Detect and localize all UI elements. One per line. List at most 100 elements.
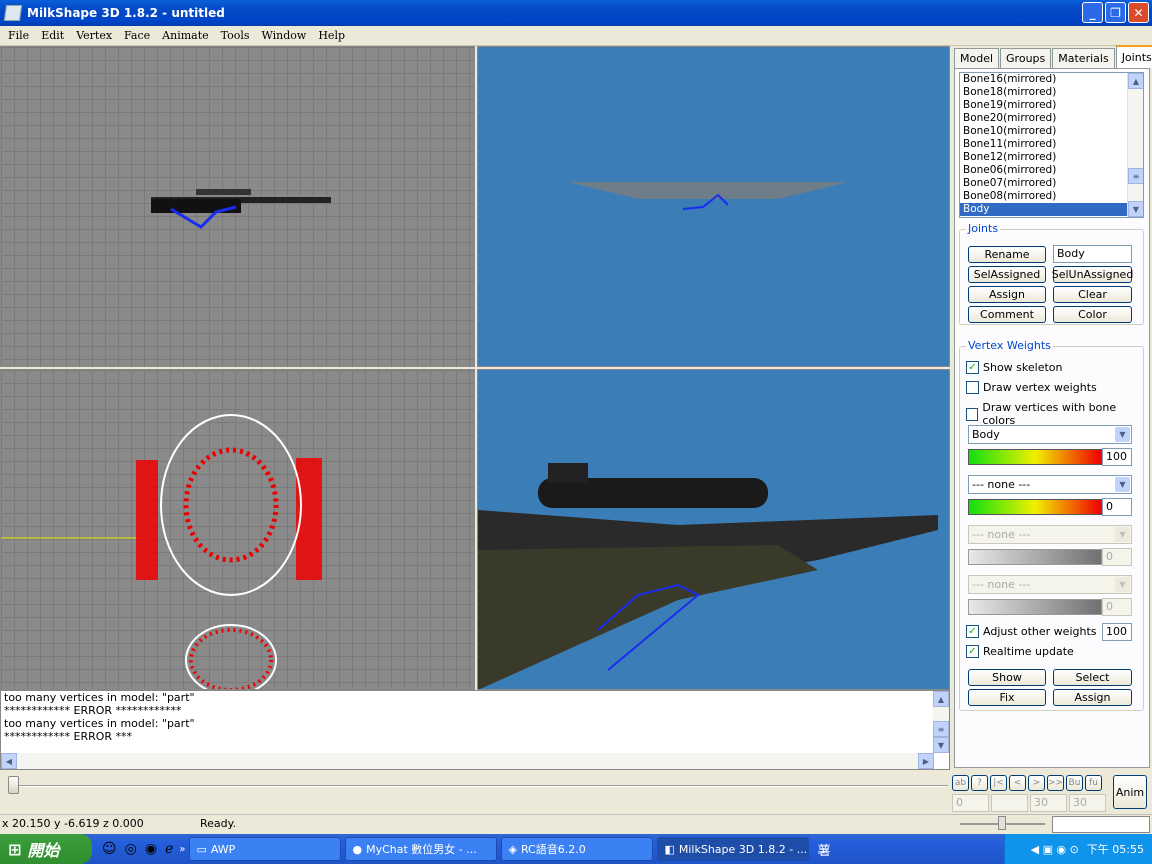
timeline-track[interactable]: [8, 785, 948, 787]
color-button[interactable]: Color: [1053, 306, 1132, 323]
anim-last-button[interactable]: >>: [1047, 775, 1064, 791]
scroll-left-icon[interactable]: ◀: [1, 753, 17, 769]
list-item[interactable]: Bone20(mirrored): [960, 112, 1143, 125]
weight1-field[interactable]: 100: [1102, 448, 1132, 466]
list-item[interactable]: Bone19(mirrored): [960, 99, 1143, 112]
anim-ctrl-button[interactable]: ab: [952, 775, 969, 791]
anim-first-button[interactable]: |<: [990, 775, 1007, 791]
rename-button[interactable]: Rename: [968, 246, 1046, 263]
show-button[interactable]: Show: [968, 669, 1046, 686]
rifle-wireframe: [151, 189, 331, 229]
joint-name-field[interactable]: Body: [1053, 245, 1132, 263]
list-item[interactable]: Bone10(mirrored): [960, 125, 1143, 138]
show-skeleton-checkbox[interactable]: ✓ Show skeleton: [966, 361, 1063, 374]
status-message: Ready.: [200, 817, 237, 830]
weight1-slider[interactable]: [968, 449, 1102, 465]
list-item[interactable]: Bone11(mirrored): [960, 138, 1143, 151]
list-item[interactable]: Bone07(mirrored): [960, 177, 1143, 190]
list-item[interactable]: Bone16(mirrored): [960, 73, 1143, 86]
maximize-button[interactable]: ❐: [1105, 2, 1126, 23]
scroll-thumb[interactable]: ≡: [933, 721, 949, 737]
weight2-slider[interactable]: [968, 499, 1102, 515]
frame-mid-field: [991, 794, 1028, 812]
viewport-side[interactable]: [0, 369, 475, 696]
clock[interactable]: 下午 05:55: [1087, 841, 1144, 857]
viewport-front[interactable]: [0, 46, 475, 367]
scroll-up-icon[interactable]: ▲: [1128, 73, 1143, 89]
menu-vertex[interactable]: Vertex: [70, 29, 118, 42]
tab-joints[interactable]: Joints: [1115, 45, 1152, 68]
draw-vertex-weights-checkbox[interactable]: Draw vertex weights: [966, 381, 1097, 394]
scroll-down-icon[interactable]: ▼: [1128, 201, 1143, 217]
globe-icon[interactable]: ◉: [145, 841, 157, 857]
assign-weights-button[interactable]: Assign: [1053, 689, 1132, 706]
list-scrollbar[interactable]: ▲ ≡ ▼: [1127, 73, 1143, 217]
bone1-select[interactable]: Body ▼: [968, 425, 1132, 444]
quicklaunch-chevron-icon[interactable]: »: [179, 844, 185, 855]
anim-ctrl-button[interactable]: fu: [1085, 775, 1102, 791]
list-item[interactable]: Bone06(mirrored): [960, 164, 1143, 177]
menu-help[interactable]: Help: [312, 29, 351, 42]
comment-button[interactable]: Comment: [968, 306, 1046, 323]
sel-assigned-button[interactable]: SelAssigned: [968, 266, 1046, 283]
scroll-down-icon[interactable]: ▼: [933, 737, 949, 753]
tab-materials[interactable]: Materials: [1052, 48, 1115, 68]
task-rc[interactable]: ◈ RC語音6.2.0: [501, 837, 654, 861]
vertex-weights-group: Vertex Weights ✓ Show skeleton Draw verte…: [959, 339, 1144, 711]
adjust-other-weights-checkbox[interactable]: ✓ Adjust other weights: [966, 625, 1097, 638]
task-mychat[interactable]: ● MyChat 數位男女 - ...: [345, 837, 498, 861]
scroll-right-icon[interactable]: ▶: [918, 753, 934, 769]
menu-tools[interactable]: Tools: [215, 29, 256, 42]
tray-icons[interactable]: ◀ ▣ ◉ ⊙: [1031, 843, 1079, 856]
log-scrollbar[interactable]: ▲ ≡ ▼: [933, 691, 949, 753]
check-icon: ✓: [966, 625, 979, 638]
draw-bone-colors-checkbox[interactable]: Draw vertices with bone colors: [966, 401, 1143, 427]
realtime-update-label: Realtime update: [983, 645, 1074, 658]
menu-face[interactable]: Face: [118, 29, 156, 42]
list-item[interactable]: Bone18(mirrored): [960, 86, 1143, 99]
menu-file[interactable]: File: [2, 29, 35, 42]
start-button[interactable]: ⊞ 開始: [0, 834, 92, 864]
viewport-3d[interactable]: [477, 369, 950, 690]
list-item-selected[interactable]: Body: [960, 203, 1143, 216]
clear-button[interactable]: Clear: [1053, 286, 1132, 303]
scroll-thumb[interactable]: ≡: [1128, 168, 1143, 184]
bone2-select[interactable]: --- none --- ▼: [968, 475, 1132, 494]
close-button[interactable]: ✕: [1128, 2, 1149, 23]
tab-groups[interactable]: Groups: [1000, 48, 1052, 68]
task-milkshape[interactable]: ◧ MilkShape 3D 1.8.2 - ...: [657, 837, 810, 861]
adjust-other-weights-label: Adjust other weights: [983, 625, 1097, 638]
log-hscrollbar[interactable]: ◀ ▶: [1, 753, 934, 769]
browser-icon[interactable]: ◎: [125, 841, 137, 857]
anim-next-button[interactable]: >: [1028, 775, 1045, 791]
list-item[interactable]: Bone12(mirrored): [960, 151, 1143, 164]
menu-edit[interactable]: Edit: [35, 29, 70, 42]
anim-ctrl-button[interactable]: Bu: [1066, 775, 1083, 791]
joints-list[interactable]: Bone16(mirrored) Bone18(mirrored) Bone19…: [959, 72, 1144, 218]
ie-icon[interactable]: ℯ: [165, 841, 173, 857]
ime-indicator[interactable]: 薯: [817, 840, 830, 859]
timeline-thumb[interactable]: [8, 776, 19, 794]
menu-window[interactable]: Window: [256, 29, 313, 42]
anim-prev-button[interactable]: <: [1009, 775, 1026, 791]
viewport-perspective-top[interactable]: [477, 46, 950, 367]
anim-ctrl-button[interactable]: ?: [971, 775, 988, 791]
zoom-slider-thumb[interactable]: [998, 816, 1006, 830]
list-item[interactable]: Bone08(mirrored): [960, 190, 1143, 203]
tab-model[interactable]: Model: [954, 48, 1000, 68]
fix-button[interactable]: Fix: [968, 689, 1046, 706]
assign-button[interactable]: Assign: [968, 286, 1046, 303]
menu-animate[interactable]: Animate: [156, 29, 214, 42]
sel-unassigned-button[interactable]: SelUnAssigned: [1052, 266, 1133, 283]
minimize-button[interactable]: _: [1082, 2, 1103, 23]
anim-button[interactable]: Anim: [1113, 775, 1147, 809]
message-log[interactable]: too many vertices in model: "part" *****…: [0, 690, 950, 770]
adjust-weight-field[interactable]: 100: [1102, 623, 1132, 641]
weight4-slider: [968, 599, 1102, 615]
task-awp[interactable]: ▭ AWP: [189, 837, 342, 861]
realtime-update-checkbox[interactable]: ✓ Realtime update: [966, 645, 1074, 658]
weight2-field[interactable]: 0: [1102, 498, 1132, 516]
scroll-up-icon[interactable]: ▲: [933, 691, 949, 707]
select-button[interactable]: Select: [1053, 669, 1132, 686]
smiley-icon[interactable]: ☺: [102, 841, 117, 857]
